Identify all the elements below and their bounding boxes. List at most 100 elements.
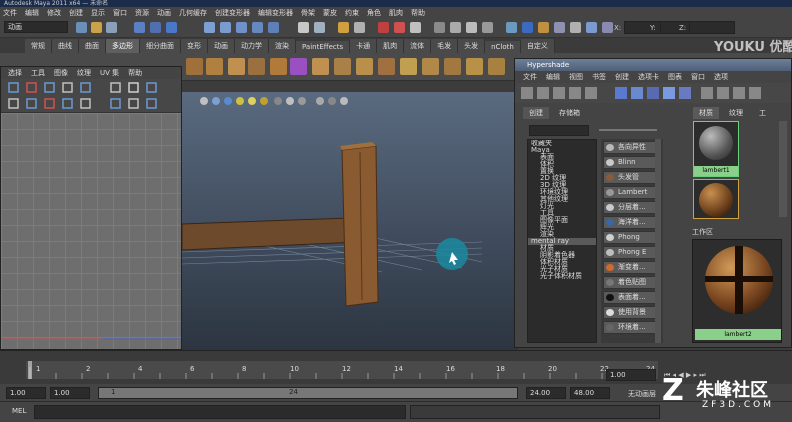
hs-menu-item[interactable]: 选项 <box>714 72 728 82</box>
hs-menu-item[interactable]: 图表 <box>668 72 682 82</box>
uv-grid[interactable] <box>1 113 181 349</box>
uv-menu-item[interactable]: 工具 <box>31 68 45 78</box>
shelf-tab[interactable]: PaintEffects <box>296 41 351 53</box>
poly-tool-icon[interactable] <box>290 58 307 75</box>
menu-item[interactable]: 创建 <box>69 8 83 18</box>
shelf-tab[interactable]: 自定义 <box>520 39 555 53</box>
shelf-tab[interactable]: 流体 <box>404 39 432 53</box>
shelf-tab[interactable]: 肌肉 <box>377 39 405 53</box>
attribute-editor-icon[interactable] <box>466 22 477 33</box>
menu-item[interactable]: 约束 <box>345 8 359 18</box>
poly-tool-icon[interactable] <box>400 58 417 75</box>
sel-hier-icon[interactable] <box>554 22 565 33</box>
node-button[interactable]: 着色贴图 <box>603 276 661 289</box>
render-settings-icon[interactable] <box>410 22 421 33</box>
node-button[interactable]: 海洋着... <box>603 216 661 229</box>
channel-box-icon[interactable] <box>450 22 461 33</box>
node-button[interactable]: 环境着... <box>603 321 661 334</box>
lambert2-preview-ball[interactable] <box>705 246 773 314</box>
sel-mode-icon[interactable] <box>506 22 517 33</box>
light-icon[interactable] <box>236 97 244 105</box>
menu-item[interactable]: 肌肉 <box>389 8 403 18</box>
snap-point-icon[interactable] <box>236 22 247 33</box>
poly-tool-icon[interactable] <box>228 58 245 75</box>
close-icon[interactable] <box>340 97 348 105</box>
menu-item[interactable]: 修改 <box>47 8 61 18</box>
menu-item[interactable]: 窗口 <box>113 8 127 18</box>
menu-item[interactable]: 角色 <box>367 8 381 18</box>
menu-item[interactable]: 编辑 <box>25 8 39 18</box>
current-frame-field[interactable]: 1.00 <box>606 369 656 381</box>
sel-cam-icon[interactable] <box>570 22 581 33</box>
animation-start-field[interactable]: 1.00 <box>6 387 46 399</box>
uv-menu-item[interactable]: 纹理 <box>77 68 91 78</box>
hs-menu-item[interactable]: 编辑 <box>546 72 560 82</box>
hypershade-icon[interactable] <box>434 22 445 33</box>
menu-item[interactable]: 蒙皮 <box>323 8 337 18</box>
hs-menu-item[interactable]: 选项卡 <box>638 72 659 82</box>
hs-filter-field[interactable] <box>529 125 589 136</box>
tree-item[interactable]: 体积 <box>528 161 596 168</box>
menu-item[interactable]: 几何缓存 <box>179 8 207 18</box>
poly-tool-icon[interactable] <box>334 58 351 75</box>
texture-icon[interactable] <box>224 97 232 105</box>
node-button[interactable]: 分层着... <box>603 201 661 214</box>
menu-item[interactable]: 资源 <box>135 8 149 18</box>
shelf-tab[interactable]: 动画 <box>208 39 235 53</box>
poly-tool-icon[interactable] <box>186 58 203 75</box>
snap-grid-icon[interactable] <box>204 22 215 33</box>
ipr-render-icon[interactable] <box>394 22 405 33</box>
sel-light-icon[interactable] <box>586 22 597 33</box>
xray-icon[interactable] <box>286 97 294 105</box>
wireframe-icon[interactable] <box>200 97 208 105</box>
poly-tool-icon[interactable] <box>422 58 439 75</box>
shelf-tab[interactable]: 卡通 <box>350 39 378 53</box>
gate-icon[interactable] <box>328 97 336 105</box>
menu-item[interactable]: 动画 <box>157 8 171 18</box>
hs-menu-item[interactable]: 窗口 <box>691 72 705 82</box>
hs-menu-item[interactable]: 创建 <box>615 72 629 82</box>
open-scene-icon[interactable] <box>91 22 102 33</box>
uv-tool-icons[interactable] <box>1 79 181 113</box>
node-button[interactable]: 各向异性 <box>603 141 661 154</box>
construction-icon[interactable] <box>314 22 325 33</box>
hs-tab-utilities[interactable]: 工 <box>753 107 772 119</box>
shelf-tab[interactable]: 毛发 <box>431 39 459 53</box>
shelf-tab[interactable]: 动力学 <box>235 39 269 53</box>
light-all-icon[interactable] <box>248 97 256 105</box>
poly-tool-icon[interactable] <box>444 58 461 75</box>
coord-z-field[interactable] <box>689 21 735 34</box>
node-button[interactable]: 头发管 <box>603 171 661 184</box>
hud-icon[interactable] <box>298 97 306 105</box>
select-object-icon[interactable] <box>150 22 161 33</box>
tree-item[interactable]: 光子体积材质 <box>528 273 596 280</box>
tool-settings-icon[interactable] <box>482 22 493 33</box>
shelf-tab[interactable]: 变形 <box>181 39 208 53</box>
work-area[interactable]: lambert2 <box>692 239 782 343</box>
snap-plane-icon[interactable] <box>252 22 263 33</box>
node-button[interactable]: 使用背景 <box>603 306 661 319</box>
playback-start-field[interactable]: 1.00 <box>50 387 90 399</box>
poly-tool-icon[interactable] <box>270 58 287 75</box>
input-icon[interactable] <box>354 22 365 33</box>
tree-item[interactable]: 辉光 <box>528 224 596 231</box>
shelf-tab[interactable]: nCloth <box>485 41 521 53</box>
select-hierarchy-icon[interactable] <box>134 22 145 33</box>
hs-tab-textures[interactable]: 纹理 <box>723 107 749 119</box>
shelf-tab[interactable]: 曲线 <box>52 39 79 53</box>
node-list-scrollbar[interactable] <box>655 139 661 343</box>
hs-menu-item[interactable]: 书签 <box>592 72 606 82</box>
playback-end-field[interactable]: 24.00 <box>526 387 566 399</box>
uv-menu-item[interactable]: 图像 <box>54 68 68 78</box>
menu-item[interactable]: 显示 <box>91 8 105 18</box>
hs-icon-size-slider[interactable] <box>599 129 657 131</box>
select-component-icon[interactable] <box>166 22 177 33</box>
isolate-icon[interactable] <box>274 97 282 105</box>
render-frame-icon[interactable] <box>378 22 389 33</box>
snap-curve-icon[interactable] <box>220 22 231 33</box>
poly-tool-icon[interactable] <box>466 58 483 75</box>
poly-tool-icon[interactable] <box>356 58 373 75</box>
menu-item[interactable]: 文件 <box>3 8 17 18</box>
save-scene-icon[interactable] <box>106 22 117 33</box>
poly-tool-icon[interactable] <box>488 58 505 75</box>
